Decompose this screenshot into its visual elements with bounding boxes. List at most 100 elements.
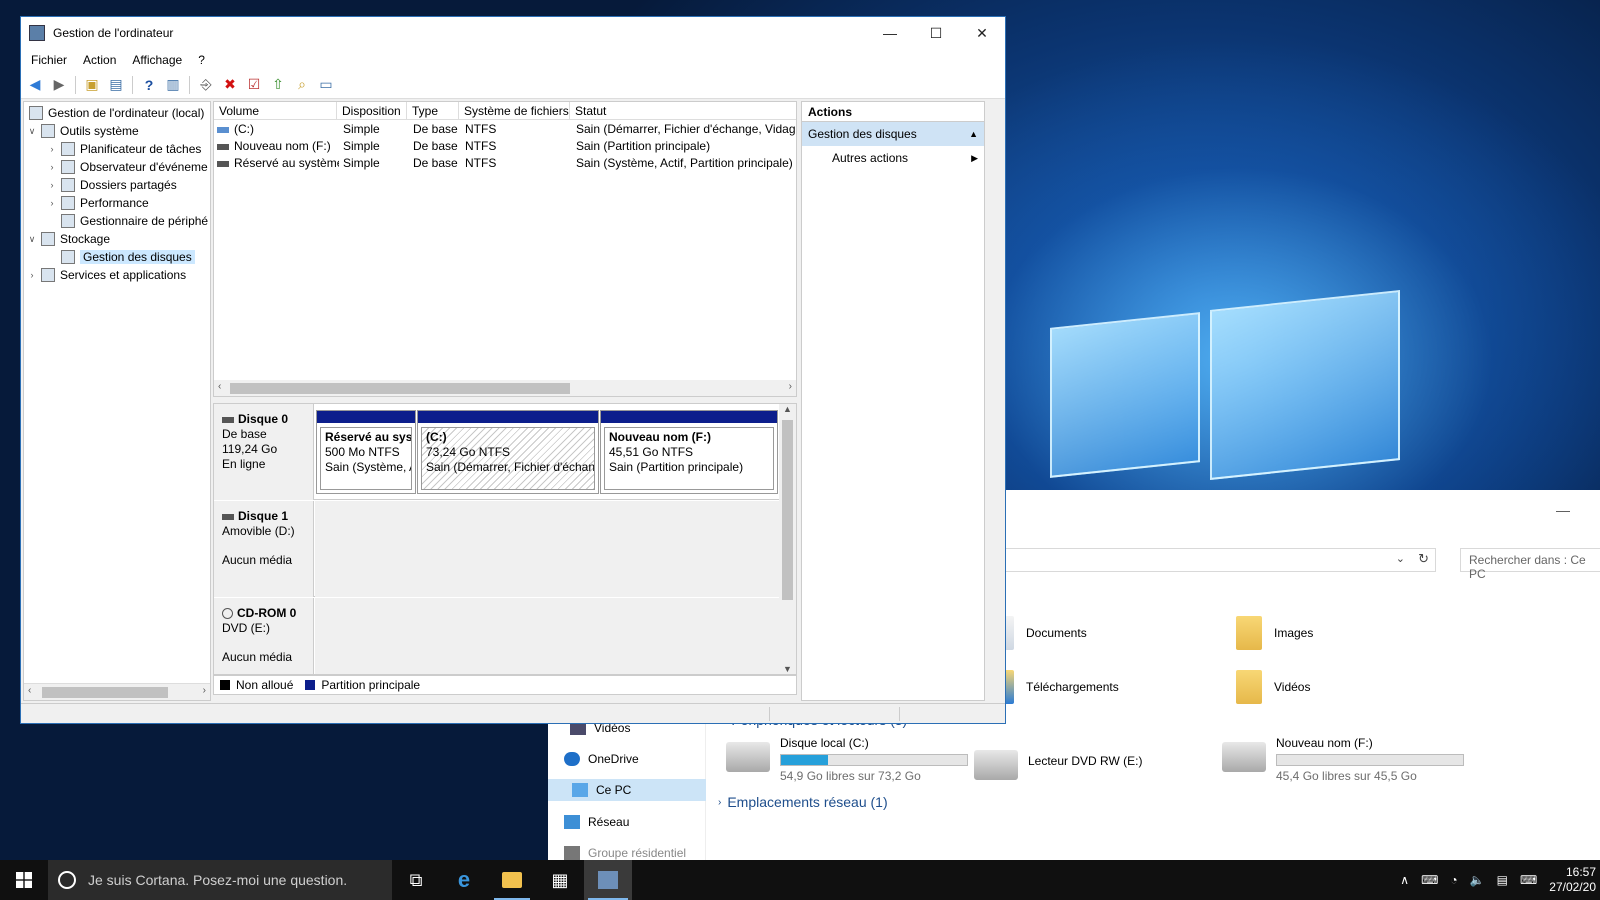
tree-item-storage[interactable]: ∨ Stockage <box>26 230 110 248</box>
clock[interactable]: 16:57 27/02/20 <box>1549 865 1596 895</box>
folder-downloads[interactable]: Téléchargements <box>988 670 1119 704</box>
forward-arrow-icon[interactable]: ▶ <box>49 75 69 95</box>
disk-vertical-scrollbar[interactable]: ▲ ▼ <box>779 404 796 674</box>
properties-icon[interactable]: ▥ <box>163 75 183 95</box>
actions-more-actions[interactable]: Autres actions ▶ <box>802 146 984 170</box>
network-section-header[interactable]: › Emplacements réseau (1) <box>718 794 888 810</box>
chevron-down-icon[interactable]: ⌄ <box>1396 552 1405 565</box>
tree-item-performance[interactable]: › Performance <box>46 194 149 212</box>
menu-file[interactable]: Fichier <box>31 53 67 67</box>
disk-1-label[interactable]: Disque 1 Amovible (D:) Aucun média <box>214 501 314 597</box>
scroll-up-icon[interactable]: ▲ <box>783 404 792 414</box>
minimize-icon[interactable]: — <box>1556 502 1570 518</box>
chevron-right-icon[interactable]: › <box>46 144 58 154</box>
edge-button[interactable]: e <box>440 860 488 900</box>
partition-c[interactable]: (C:) 73,24 Go NTFS Sain (Démarrer, Fichi… <box>417 410 599 494</box>
scroll-left-icon[interactable]: ‹ <box>218 381 221 392</box>
tree-item-root[interactable]: Gestion de l'ordinateur (local) <box>26 104 204 122</box>
column-header-status[interactable]: Statut <box>570 102 796 120</box>
disk-legend: Non alloué Partition principale <box>213 675 797 695</box>
tree-item-event-viewer[interactable]: › Observateur d'événeme <box>46 158 208 176</box>
keyboard-icon[interactable]: ⌨ <box>1520 873 1537 887</box>
tree-item-task-scheduler[interactable]: › Planificateur de tâches <box>46 140 201 158</box>
tree-horizontal-scrollbar[interactable]: ‹ › <box>24 683 210 700</box>
tree-item-services-apps[interactable]: › Services et applications <box>26 266 186 284</box>
nav-item-network[interactable]: Réseau <box>564 811 629 833</box>
delete-icon[interactable]: ✖ <box>220 75 240 95</box>
settings-icon[interactable]: ▭ <box>316 75 336 95</box>
scroll-right-icon[interactable]: › <box>789 381 792 392</box>
scroll-right-icon[interactable]: › <box>203 685 206 696</box>
computer-management-window[interactable]: Gestion de l'ordinateur — ☐ ✕ Fichier Ac… <box>20 16 1006 724</box>
list-horizontal-scrollbar[interactable]: ‹ › <box>214 380 796 396</box>
cdrom-0-row[interactable]: CD-ROM 0 DVD (E:) Aucun média <box>214 598 780 674</box>
column-header-filesystem[interactable]: Système de fichiers <box>459 102 570 120</box>
chevron-up-icon[interactable]: ∧ <box>1400 873 1409 887</box>
nav-label: Réseau <box>588 815 630 829</box>
computer-management-taskbar-button[interactable] <box>584 860 632 900</box>
chevron-right-icon[interactable]: › <box>46 162 58 172</box>
refresh-icon[interactable]: ↻ <box>1418 551 1429 567</box>
menu-view[interactable]: Affichage <box>132 53 182 67</box>
volume-icon[interactable]: 🔈 <box>1470 873 1485 887</box>
partition-system-reserved[interactable]: Réservé au syst 500 Mo NTFS Sain (Systèm… <box>316 410 416 494</box>
help-icon[interactable]: ? <box>139 75 159 95</box>
folder-videos[interactable]: Vidéos <box>1236 670 1310 704</box>
menu-action[interactable]: Action <box>83 53 116 67</box>
scrollbar-thumb[interactable] <box>230 383 570 394</box>
input-language-icon[interactable]: ⌨ <box>1421 873 1438 887</box>
scrollbar-thumb[interactable] <box>782 420 793 600</box>
actions-section-disk-management[interactable]: Gestion des disques ▲ <box>802 122 984 146</box>
column-header-layout[interactable]: Disposition <box>337 102 407 120</box>
cell-layout: Simple <box>343 122 380 136</box>
wifi-icon[interactable]: ◔ <box>1450 873 1457 887</box>
disk-0-label[interactable]: Disque 0 De base 119,24 Go En ligne <box>214 404 314 500</box>
nav-item-onedrive[interactable]: OneDrive <box>564 748 639 770</box>
window-titlebar[interactable]: Gestion de l'ordinateur — ☐ ✕ <box>21 17 1005 49</box>
nav-item-this-pc[interactable]: Ce PC <box>548 779 706 801</box>
cdrom-0-label[interactable]: CD-ROM 0 DVD (E:) Aucun média <box>214 598 314 674</box>
chevron-down-icon[interactable]: ∨ <box>26 234 38 245</box>
chevron-right-icon[interactable]: › <box>26 270 38 280</box>
maximize-button[interactable]: ☐ <box>913 17 959 49</box>
cortana-search-box[interactable]: Je suis Cortana. Posez-moi une question. <box>48 860 392 900</box>
drive-f[interactable]: Nouveau nom (F:) 45,4 Go libres sur 45,5… <box>1222 736 1464 783</box>
scrollbar-thumb[interactable] <box>42 687 168 698</box>
tree-item-disk-management[interactable]: Gestion des disques <box>58 248 195 266</box>
export-icon[interactable]: ⇧ <box>268 75 288 95</box>
check-icon[interactable]: ☑ <box>244 75 264 95</box>
tree-item-shared-folders[interactable]: › Dossiers partagés <box>46 176 177 194</box>
store-button[interactable]: ▦ <box>536 860 584 900</box>
chevron-right-icon[interactable]: › <box>46 180 58 190</box>
show-hide-tree-icon[interactable]: ▤ <box>106 75 126 95</box>
disk-1-row[interactable]: Disque 1 Amovible (D:) Aucun média <box>214 501 780 597</box>
cell-volume: (C:) <box>234 122 254 136</box>
tree-item-system-tools[interactable]: ∨ Outils système <box>26 122 139 140</box>
chevron-right-icon[interactable]: › <box>46 198 58 208</box>
collapse-up-icon[interactable]: ▲ <box>969 122 978 146</box>
search-input[interactable]: Rechercher dans : Ce PC <box>1460 548 1600 581</box>
drive-e[interactable]: Lecteur DVD RW (E:) <box>974 744 1142 780</box>
start-button[interactable] <box>0 860 48 900</box>
column-header-volume[interactable]: Volume <box>214 102 337 120</box>
scroll-down-icon[interactable]: ▼ <box>783 664 792 674</box>
notification-icon[interactable]: ▤ <box>1497 873 1508 887</box>
partition-f[interactable]: Nouveau nom (F:) 45,51 Go NTFS Sain (Par… <box>600 410 778 494</box>
close-button[interactable]: ✕ <box>959 17 1005 49</box>
disk-0-row[interactable]: Disque 0 De base 119,24 Go En ligne Rése… <box>214 404 780 500</box>
column-header-type[interactable]: Type <box>407 102 459 120</box>
folder-images[interactable]: Images <box>1236 616 1313 650</box>
menu-help[interactable]: ? <box>198 53 205 67</box>
back-arrow-icon[interactable]: ◀ <box>25 75 45 95</box>
tree-item-device-manager[interactable]: Gestionnaire de périphé <box>58 212 208 230</box>
chevron-down-icon[interactable]: ∨ <box>26 126 38 137</box>
legend-swatch-unallocated <box>220 680 230 690</box>
scroll-left-icon[interactable]: ‹ <box>28 685 31 696</box>
search-icon[interactable]: ⌕ <box>292 75 312 95</box>
connect-icon[interactable]: ⎆ <box>196 75 216 95</box>
up-folder-icon[interactable]: ▣ <box>82 75 102 95</box>
task-view-button[interactable]: ⧉ <box>392 860 440 900</box>
drive-c[interactable]: Disque local (C:) 54,9 Go libres sur 73,… <box>726 736 968 783</box>
minimize-button[interactable]: — <box>867 17 913 49</box>
file-explorer-button[interactable] <box>488 860 536 900</box>
